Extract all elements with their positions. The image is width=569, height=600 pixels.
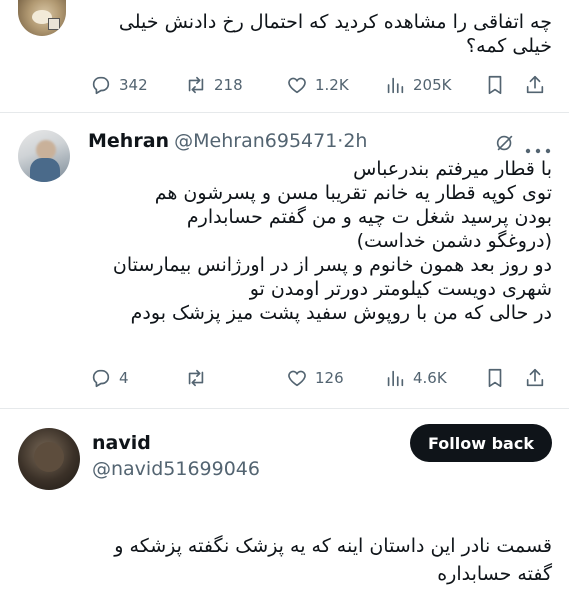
views-icon <box>387 370 404 387</box>
tweet-text-line: گفته حسابداره <box>437 563 552 585</box>
display-name[interactable]: Mehran <box>88 130 169 152</box>
reply-button[interactable]: 4 <box>90 367 129 389</box>
avatar[interactable] <box>18 130 70 182</box>
like-count: 126 <box>315 369 344 387</box>
follow-back-button[interactable]: Follow back <box>410 424 552 462</box>
views-count: 4.6K <box>413 369 447 387</box>
like-button[interactable]: 126 <box>286 367 344 389</box>
reply-icon <box>92 369 110 388</box>
tweet-text-line: قسمت نادر این داستان اینه که یه پزشک نگف… <box>114 535 552 557</box>
tweet-text: با قطار میرفتم بندرعباس توی کوپه قطار یه… <box>88 157 552 325</box>
bookmark-button[interactable] <box>484 367 506 389</box>
views-button[interactable]: 4.6K <box>384 367 447 389</box>
divider <box>0 408 569 409</box>
share-icon <box>526 368 544 387</box>
tweet-text-line: شهری دویست کیلومتر دورتر اومدن تو <box>249 278 552 300</box>
reply-count: 4 <box>119 369 129 387</box>
retweet-button[interactable] <box>185 367 214 389</box>
tweet-text-line: (دروغگو دشمن خداست) <box>356 230 552 252</box>
tweet-actions: 4 126 4.6K <box>90 365 550 391</box>
grok-icon <box>496 135 513 151</box>
retweet-button[interactable]: 218 <box>185 74 243 96</box>
tweet-text-line: بودن پرسید شغل ت چیه و من گفتم حسابدارم <box>186 206 552 228</box>
retweet-count: 218 <box>214 76 243 94</box>
tweet-text-line: خیلی کمه؟ <box>466 35 552 57</box>
tweet-actions: 342 218 1.2K 205K <box>90 72 550 98</box>
reply-button[interactable]: 342 <box>90 74 148 96</box>
reply-count: 342 <box>119 76 148 94</box>
like-icon <box>288 370 306 387</box>
more-icon <box>525 148 551 154</box>
tweet-text-line: با قطار میرفتم بندرعباس <box>353 158 552 180</box>
views-count: 205K <box>413 76 452 94</box>
tweet-text-line: توی کوپه قطار یه خانم تقریبا مسن و پسرشو… <box>154 182 552 204</box>
retweet-icon <box>188 369 204 387</box>
tweet-text: قسمت نادر این داستان اینه که یه پزشک نگف… <box>18 532 552 588</box>
bookmark-button[interactable] <box>484 74 506 96</box>
share-icon <box>526 75 544 94</box>
like-icon <box>288 77 306 94</box>
user-handle[interactable]: @navid51699046 <box>92 458 260 480</box>
display-name[interactable]: navid <box>92 432 151 454</box>
like-button[interactable]: 1.2K <box>286 74 349 96</box>
like-count: 1.2K <box>315 76 349 94</box>
reply-icon <box>92 76 110 95</box>
tweet-text-line: چه اتفاقی را مشاهده کردید که احتمال رخ د… <box>118 11 552 33</box>
tweet-header: Mehran @Mehran695471·2h <box>88 130 367 152</box>
bookmark-icon <box>488 368 502 388</box>
share-button[interactable] <box>524 367 546 389</box>
retweet-icon <box>188 76 204 94</box>
avatar[interactable] <box>18 0 66 36</box>
avatar[interactable] <box>18 428 80 490</box>
tweet-text: چه اتفاقی را مشاهده کردید که احتمال رخ د… <box>80 10 552 58</box>
bookmark-icon <box>488 75 502 95</box>
views-icon <box>387 77 404 94</box>
timestamp[interactable]: 2h <box>343 130 367 152</box>
tweet-text-line: در حالی که من با روپوش سفید پشت میز پزشک… <box>130 302 552 324</box>
divider <box>0 112 569 113</box>
views-button[interactable]: 205K <box>384 74 451 96</box>
share-button[interactable] <box>524 74 546 96</box>
tweet-text-line: دو روز بعد همون خانوم و پسر از در اورژان… <box>112 254 552 276</box>
user-handle[interactable]: @Mehran695471 <box>174 130 337 152</box>
grok-button[interactable] <box>494 132 516 154</box>
more-button[interactable] <box>524 140 552 154</box>
